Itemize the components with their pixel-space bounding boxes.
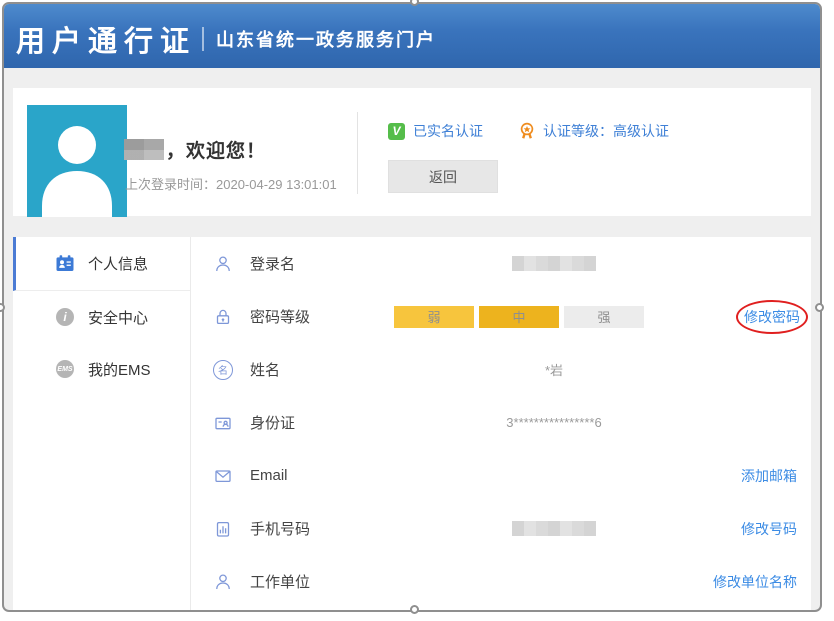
- sidebar-item-label: 我的EMS: [88, 359, 151, 380]
- row-label: 工作单位: [250, 571, 310, 592]
- card-divider: [357, 112, 358, 194]
- row-password-level: 密码等级 弱 中 强 修改密码: [191, 290, 811, 343]
- name-value: *岩: [434, 360, 674, 379]
- change-password-link[interactable]: 修改密码: [744, 307, 800, 327]
- portal-subtitle: 山东省统一政务服务门户: [216, 26, 436, 52]
- user-icon: [213, 572, 239, 592]
- screenshot-root: 用户通行证 山东省统一政务服务门户 ，欢迎您！ 上次登录时间：2020-04-2…: [0, 0, 834, 621]
- id-badge-icon: [55, 254, 75, 273]
- profile-panel: 个人信息 i 安全中心 EMS 我的EMS: [13, 237, 811, 610]
- add-email-link[interactable]: 添加邮箱: [741, 466, 797, 486]
- frame-handle-right[interactable]: [815, 303, 824, 312]
- medal-icon: [518, 121, 536, 141]
- user-summary-card: ，欢迎您！ 上次登录时间：2020-04-29 13:01:01 V 已实名认证…: [13, 88, 811, 216]
- row-label: 身份证: [250, 412, 295, 433]
- info-glyph: i: [63, 310, 66, 324]
- password-strength-meter: 弱 中 强: [394, 306, 649, 328]
- row-label: 姓名: [250, 359, 280, 380]
- realname-verified-badge: V 已实名认证: [388, 121, 483, 141]
- avatar: [27, 105, 127, 217]
- profile-rows: 登录名 密码等级 弱 中 强: [191, 237, 811, 610]
- verified-v-icon: V: [388, 123, 405, 140]
- strength-strong: 强: [564, 306, 644, 328]
- row-label: Email: [250, 467, 288, 484]
- person-silhouette-icon: [27, 105, 127, 217]
- id-card-value: 3****************6: [434, 415, 674, 430]
- auth-level-label: 认证等级：高级认证: [543, 121, 669, 141]
- building-bars-icon: [213, 519, 239, 539]
- sidebar-item-security-center[interactable]: i 安全中心: [13, 291, 190, 343]
- user-icon: [213, 254, 239, 274]
- name-glyph: 名: [218, 362, 228, 377]
- sidebar-item-personal-info[interactable]: 个人信息: [13, 237, 190, 291]
- row-login-name: 登录名: [191, 237, 811, 290]
- masked-username: [124, 139, 164, 160]
- sidebar-item-label: 个人信息: [88, 253, 148, 274]
- portal-title: 用户通行证: [16, 18, 196, 60]
- red-circle-annotation: 修改密码: [736, 300, 808, 334]
- sidebar: 个人信息 i 安全中心 EMS 我的EMS: [13, 237, 191, 610]
- name-circle-icon: 名: [213, 360, 239, 380]
- id-card-icon: [213, 413, 239, 433]
- capture-frame: 用户通行证 山东省统一政务服务门户 ，欢迎您！ 上次登录时间：2020-04-2…: [2, 2, 822, 612]
- row-email: Email 添加邮箱: [191, 449, 811, 502]
- row-name: 名 姓名 *岩: [191, 343, 811, 396]
- row-work-unit: 工作单位 修改单位名称: [191, 555, 811, 608]
- row-label: 登录名: [250, 253, 295, 274]
- last-login-time: 上次登录时间：2020-04-29 13:01:01: [125, 174, 337, 193]
- envelope-icon: [213, 466, 239, 486]
- ems-icon: EMS: [55, 360, 75, 378]
- back-button[interactable]: 返回: [388, 160, 498, 193]
- ems-glyph: EMS: [57, 366, 72, 373]
- change-phone-link[interactable]: 修改号码: [741, 519, 797, 539]
- row-label: 密码等级: [250, 306, 310, 327]
- sidebar-item-my-ems[interactable]: EMS 我的EMS: [13, 343, 190, 395]
- header-divider: [202, 27, 204, 51]
- portal-header: 用户通行证 山东省统一政务服务门户: [4, 4, 820, 68]
- masked-login-value: [512, 256, 596, 271]
- realname-badge-label: 已实名认证: [413, 121, 483, 141]
- welcome-text: ，欢迎您！: [166, 136, 266, 163]
- row-id-card: 身份证 3****************6: [191, 396, 811, 449]
- row-label: 手机号码: [250, 518, 310, 539]
- frame-handle-bottom[interactable]: [410, 605, 419, 614]
- sidebar-item-label: 安全中心: [88, 307, 148, 328]
- strength-medium: 中: [479, 306, 559, 328]
- info-icon: i: [55, 308, 75, 326]
- lock-icon: [213, 307, 239, 327]
- row-phone: 手机号码 修改号码: [191, 502, 811, 555]
- welcome-line: ，欢迎您！: [124, 136, 266, 163]
- masked-phone-value: [512, 521, 596, 536]
- auth-level-badge: 认证等级：高级认证: [518, 121, 669, 141]
- change-unit-name-link[interactable]: 修改单位名称: [713, 572, 797, 592]
- strength-weak: 弱: [394, 306, 474, 328]
